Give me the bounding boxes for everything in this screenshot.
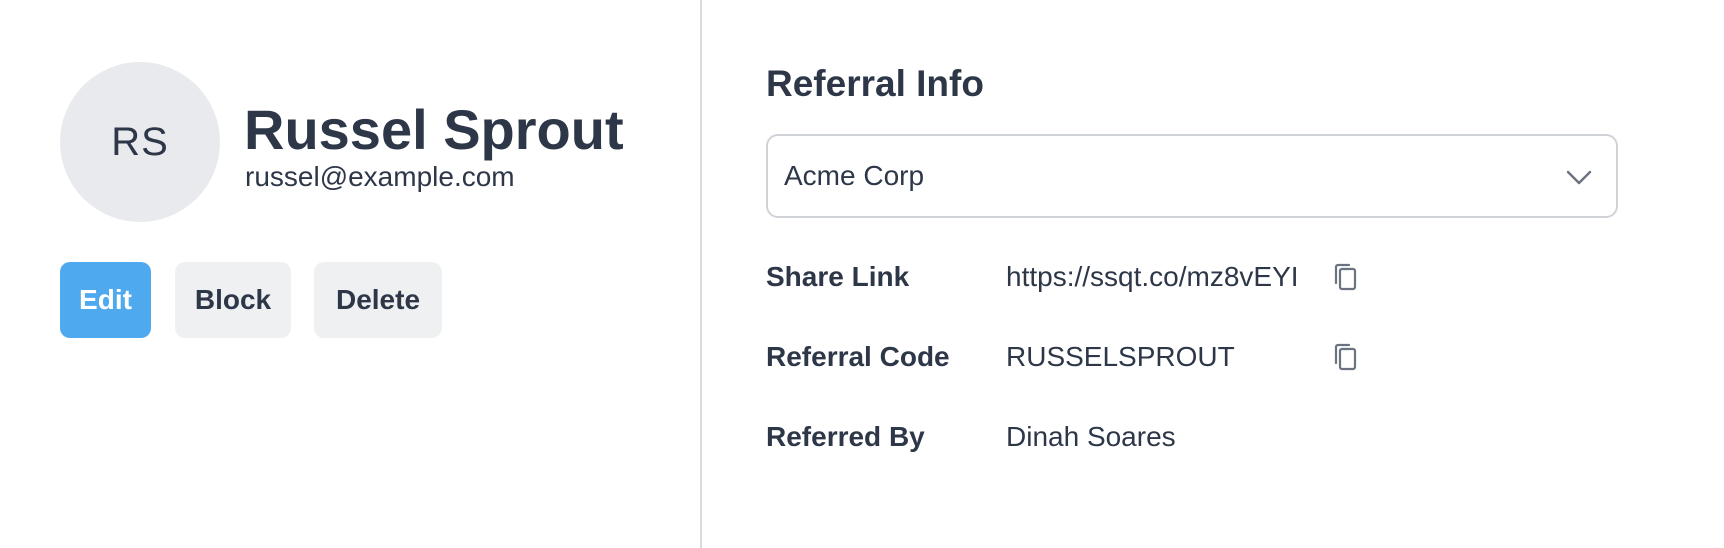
share-link-row: Share Link https://ssqt.co/mz8vEYI [766, 255, 1466, 299]
edit-button[interactable]: Edit [60, 262, 151, 338]
referral-code-value: RUSSELSPROUT [1006, 341, 1235, 372]
vertical-divider [700, 0, 702, 548]
copy-icon[interactable] [1328, 339, 1362, 375]
copy-icon[interactable] [1328, 259, 1362, 295]
referred-by-value: Dinah Soares [1006, 421, 1176, 452]
referred-by-row: Referred By Dinah Soares [766, 415, 1466, 459]
share-link-label: Share Link [766, 261, 910, 292]
referral-code-label: Referral Code [766, 341, 950, 372]
profile-panel: RS Russel Sprout russel@example.com Edit… [0, 0, 700, 548]
company-select-value: Acme Corp [784, 160, 925, 191]
referred-by-label: Referred By [766, 421, 925, 452]
user-email: russel@example.com [245, 161, 515, 192]
user-name: Russel Sprout [244, 98, 624, 161]
block-button[interactable]: Block [175, 262, 291, 338]
share-link-value: https://ssqt.co/mz8vEYI [1006, 261, 1299, 292]
user-profile-page: RS Russel Sprout russel@example.com Edit… [0, 0, 1724, 548]
avatar: RS [60, 62, 220, 222]
chevron-down-icon [1566, 170, 1592, 185]
referral-code-row: Referral Code RUSSELSPROUT [766, 335, 1466, 379]
avatar-initials: RS [111, 119, 169, 164]
delete-button[interactable]: Delete [314, 262, 442, 338]
referral-info-title: Referral Info [766, 63, 984, 104]
company-select[interactable]: Acme Corp [766, 134, 1618, 218]
